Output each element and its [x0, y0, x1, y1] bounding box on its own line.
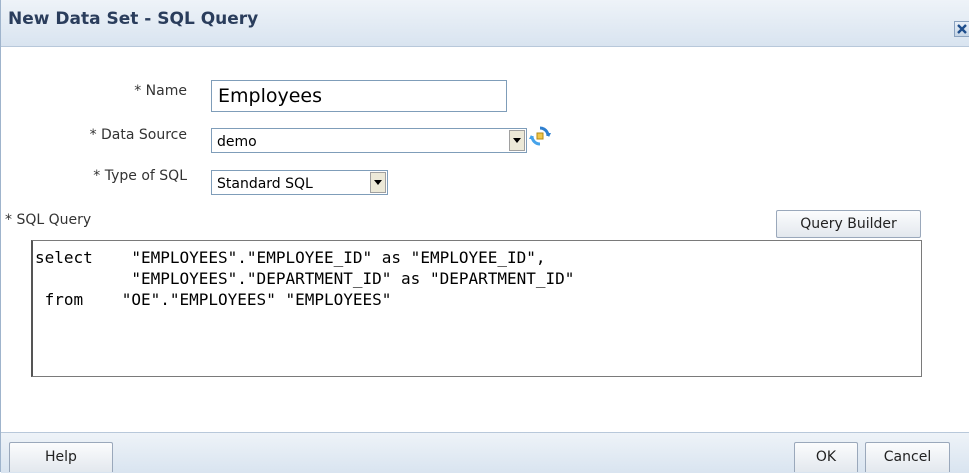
- sql-query-textarea[interactable]: select "EMPLOYEES"."EMPLOYEE_ID" as "EMP…: [31, 240, 922, 377]
- data-source-dropdown-button[interactable]: [509, 130, 525, 151]
- cancel-button[interactable]: Cancel: [865, 442, 950, 472]
- type-of-sql-select[interactable]: Standard SQL: [211, 170, 388, 195]
- name-input[interactable]: Employees: [211, 80, 507, 112]
- query-builder-button[interactable]: Query Builder: [776, 210, 921, 238]
- data-source-label: * Data Source: [89, 127, 187, 143]
- ok-button[interactable]: OK: [794, 442, 858, 472]
- help-button[interactable]: Help: [9, 442, 113, 472]
- chevron-down-icon: [513, 138, 521, 143]
- dialog-title-bar[interactable]: New Data Set - SQL Query: [1, 0, 969, 47]
- refresh-icon[interactable]: [529, 125, 551, 147]
- close-icon: [957, 24, 967, 34]
- data-source-select[interactable]: demo: [211, 128, 527, 153]
- sql-query-label: * SQL Query: [5, 212, 92, 228]
- dialog-title: New Data Set - SQL Query: [8, 9, 259, 29]
- data-source-value: demo: [217, 134, 257, 150]
- type-of-sql-dropdown-button[interactable]: [370, 172, 386, 193]
- name-label: * Name: [134, 83, 187, 99]
- type-of-sql-label: * Type of SQL: [93, 168, 187, 184]
- chevron-down-icon: [374, 180, 382, 185]
- close-button[interactable]: [954, 21, 969, 37]
- type-of-sql-value: Standard SQL: [217, 176, 313, 192]
- new-data-set-dialog: New Data Set - SQL Query * Name Employee…: [0, 0, 969, 473]
